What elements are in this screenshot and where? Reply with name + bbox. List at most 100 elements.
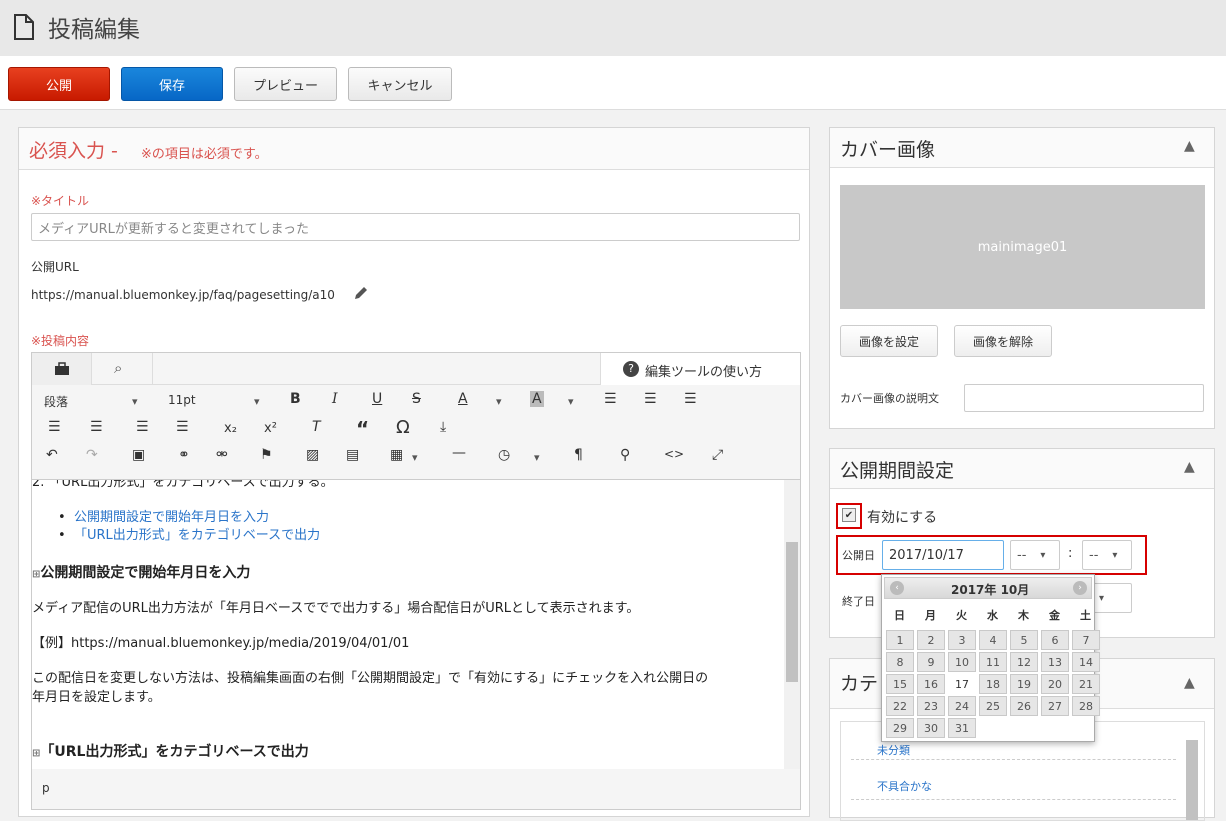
cover-desc-input[interactable] [964, 384, 1204, 412]
calendar-day[interactable]: 8 [886, 652, 914, 672]
calendar-day[interactable]: 9 [917, 652, 945, 672]
paste-icon[interactable]: ▣ [132, 447, 145, 463]
end-minute-select[interactable]: ▾ [1092, 583, 1132, 613]
enable-checkbox[interactable]: ✔ [842, 508, 856, 522]
superscript-icon[interactable]: x² [264, 421, 277, 436]
calendar-day[interactable]: 26 [1010, 696, 1038, 716]
pencil-icon[interactable] [353, 285, 369, 301]
remove-image-button[interactable]: 画像を解除 [954, 325, 1052, 357]
collapse-icon[interactable]: ▲ [1184, 675, 1195, 691]
pilcrow-icon[interactable]: ¶ [574, 447, 583, 463]
calendar-day[interactable]: 1 [886, 630, 914, 650]
calendar-day[interactable]: 21 [1072, 674, 1100, 694]
calendar-day[interactable]: 23 [917, 696, 945, 716]
weekday-label: 水 [987, 609, 998, 622]
editor-content[interactable]: 2. 「URL出力形式」をカテゴリベースで出力する。 • 公開期間設定で開始年月… [32, 479, 800, 769]
format-select[interactable]: 段落 [44, 393, 68, 410]
tab-link[interactable]: ⌕ [92, 353, 153, 385]
find-icon[interactable]: ⚲ [620, 447, 630, 463]
anchor-link[interactable]: 「URL出力形式」をカテゴリベースで出力 [74, 528, 320, 543]
fontsize-select[interactable]: 11pt [168, 393, 196, 407]
calendar-day[interactable]: 4 [979, 630, 1007, 650]
image-icon[interactable]: ▨ [306, 447, 319, 463]
table-icon[interactable]: ▦ [390, 447, 403, 463]
link-icon[interactable]: ⚭ [178, 447, 190, 463]
calendar-day[interactable]: 31 [948, 718, 976, 738]
scrollbar-thumb[interactable] [786, 542, 798, 682]
collapse-icon[interactable]: ▲ [1184, 459, 1195, 475]
calendar-day[interactable]: 18 [979, 674, 1007, 694]
calendar-day[interactable]: 16 [917, 674, 945, 694]
calendar-day[interactable]: 15 [886, 674, 914, 694]
calendar-day[interactable]: 19 [1010, 674, 1038, 694]
calendar-day[interactable]: 25 [979, 696, 1007, 716]
calendar-day[interactable]: 20 [1041, 674, 1069, 694]
unlink-icon[interactable]: ⚮ [216, 447, 228, 463]
outdent-icon[interactable]: ☰ [136, 419, 149, 435]
date-picker-header: ‹ 2017年 10月 › [884, 577, 1092, 599]
scrollbar[interactable] [784, 480, 800, 769]
publish-button[interactable]: 公開 [8, 67, 110, 101]
undo-icon[interactable]: ↶ [46, 447, 58, 463]
indent-icon[interactable]: ☰ [176, 419, 189, 435]
preview-button[interactable]: プレビュー [234, 67, 337, 101]
bullet-list-icon[interactable]: ☰ [48, 419, 61, 435]
calendar-day[interactable]: 5 [1010, 630, 1038, 650]
start-hour-select[interactable]: -- ▾ [1010, 540, 1060, 570]
title-input[interactable]: メディアURLが更新すると変更されてしまった [31, 213, 800, 241]
underline-icon[interactable]: U [372, 391, 382, 407]
source-code-icon[interactable]: <> [664, 447, 684, 461]
calendar-day[interactable]: 13 [1041, 652, 1069, 672]
content-paragraph: 【例】https://manual.bluemonkey.jp/media/20… [32, 636, 410, 651]
calendar-day[interactable]: 11 [979, 652, 1007, 672]
save-button[interactable]: 保存 [121, 67, 223, 101]
time-icon[interactable]: ◷ [498, 447, 510, 463]
calendar-day[interactable]: 28 [1072, 696, 1100, 716]
calendar-day[interactable]: 27 [1041, 696, 1069, 716]
start-date-input[interactable]: 2017/10/17 [882, 540, 1004, 570]
upload-icon[interactable]: ⤓ [440, 419, 446, 435]
special-char-icon[interactable]: Ω [396, 417, 410, 438]
subscript-icon[interactable]: x₂ [224, 421, 237, 436]
next-month-icon[interactable]: › [1073, 581, 1087, 595]
horizontal-rule-icon[interactable]: — [452, 445, 466, 461]
redo-icon[interactable]: ↷ [86, 447, 98, 463]
collapse-icon[interactable]: ▲ [1184, 138, 1195, 154]
align-left-icon[interactable]: ☰ [604, 391, 617, 407]
bookmark-icon[interactable]: ⚑ [260, 447, 273, 463]
url-label: 公開URL [31, 260, 79, 274]
calendar-day[interactable]: 24 [948, 696, 976, 716]
calendar-day[interactable]: 22 [886, 696, 914, 716]
calendar-day[interactable]: 30 [917, 718, 945, 738]
calendar-day[interactable]: 2 [917, 630, 945, 650]
bg-color-icon[interactable]: A [530, 391, 544, 407]
bold-icon[interactable]: B [290, 391, 301, 407]
align-right-icon[interactable]: ☰ [684, 391, 697, 407]
calendar-day[interactable]: 17 [948, 674, 976, 694]
set-image-button[interactable]: 画像を設定 [840, 325, 938, 357]
start-minute-select[interactable]: -- ▾ [1082, 540, 1132, 570]
italic-icon[interactable]: I [332, 391, 338, 407]
list-item[interactable]: 不具合かな [851, 770, 1176, 800]
clear-format-icon[interactable]: T [312, 419, 321, 435]
anchor-link[interactable]: 公開期間設定で開始年月日を入力 [74, 510, 269, 525]
align-center-icon[interactable]: ☰ [644, 391, 657, 407]
calendar-day[interactable]: 12 [1010, 652, 1038, 672]
prev-month-icon[interactable]: ‹ [890, 581, 904, 595]
fullscreen-icon[interactable]: ⤢ [712, 447, 723, 463]
cancel-button[interactable]: キャンセル [348, 67, 452, 101]
numbered-list-icon[interactable]: ☰ [90, 419, 103, 435]
calendar-day[interactable]: 7 [1072, 630, 1100, 650]
calendar-day[interactable]: 3 [948, 630, 976, 650]
text-color-icon[interactable]: A [458, 391, 468, 407]
calendar-day[interactable]: 6 [1041, 630, 1069, 650]
calendar-day[interactable]: 10 [948, 652, 976, 672]
media-icon[interactable]: ▤ [346, 447, 359, 463]
strikethrough-icon[interactable]: S [412, 391, 421, 407]
scrollbar-thumb[interactable] [1186, 740, 1198, 820]
quote-icon[interactable]: “ [356, 417, 369, 441]
help-link[interactable]: ? 編集ツールの使い方 [600, 353, 800, 385]
calendar-day[interactable]: 14 [1072, 652, 1100, 672]
calendar-day[interactable]: 29 [886, 718, 914, 738]
tab-tools[interactable] [32, 353, 92, 385]
